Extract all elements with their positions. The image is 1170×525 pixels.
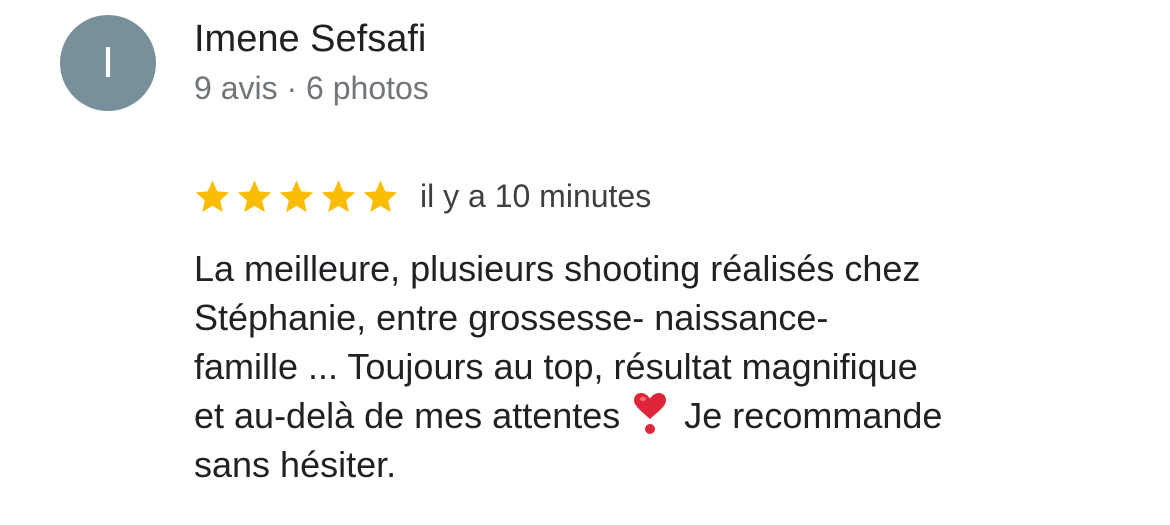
- author-name[interactable]: Imene Sefsafi: [194, 16, 429, 62]
- review-text-line: sans hésiter.: [194, 444, 397, 485]
- review-text-line: Stéphanie, entre grossesse- naissance-: [194, 297, 829, 338]
- star-icon: [320, 178, 357, 215]
- review-text-line: La meilleure, plusieurs shooting réalisé…: [194, 248, 921, 289]
- author-block: Imene Sefsafi 9 avis · 6 photos: [194, 16, 429, 108]
- star-rating: [194, 178, 404, 215]
- star-icon: [362, 178, 399, 215]
- star-icon: [194, 178, 231, 215]
- rating-row: il y a 10 minutes: [194, 174, 651, 218]
- review-text-segment: Je recommande: [674, 395, 943, 436]
- review-text-segment: et au-delà de mes attentes: [194, 395, 631, 436]
- review-text-line: et au-delà de mes attentes Je recommande: [194, 391, 1124, 440]
- review-text-line: famille ... Toujours au top, résultat ma…: [194, 346, 918, 387]
- review-time: il y a 10 minutes: [420, 178, 652, 214]
- star-icon: [236, 178, 273, 215]
- author-meta: 9 avis · 6 photos: [194, 70, 429, 106]
- star-icon: [278, 178, 315, 215]
- avatar[interactable]: I: [60, 15, 156, 111]
- avatar-initial: I: [101, 38, 115, 87]
- heavy-heart-exclamation-icon: [632, 392, 668, 438]
- review-text: La meilleure, plusieurs shooting réalisé…: [194, 244, 1124, 489]
- review-card: I Imene Sefsafi 9 avis · 6 photos il y a…: [0, 0, 1170, 525]
